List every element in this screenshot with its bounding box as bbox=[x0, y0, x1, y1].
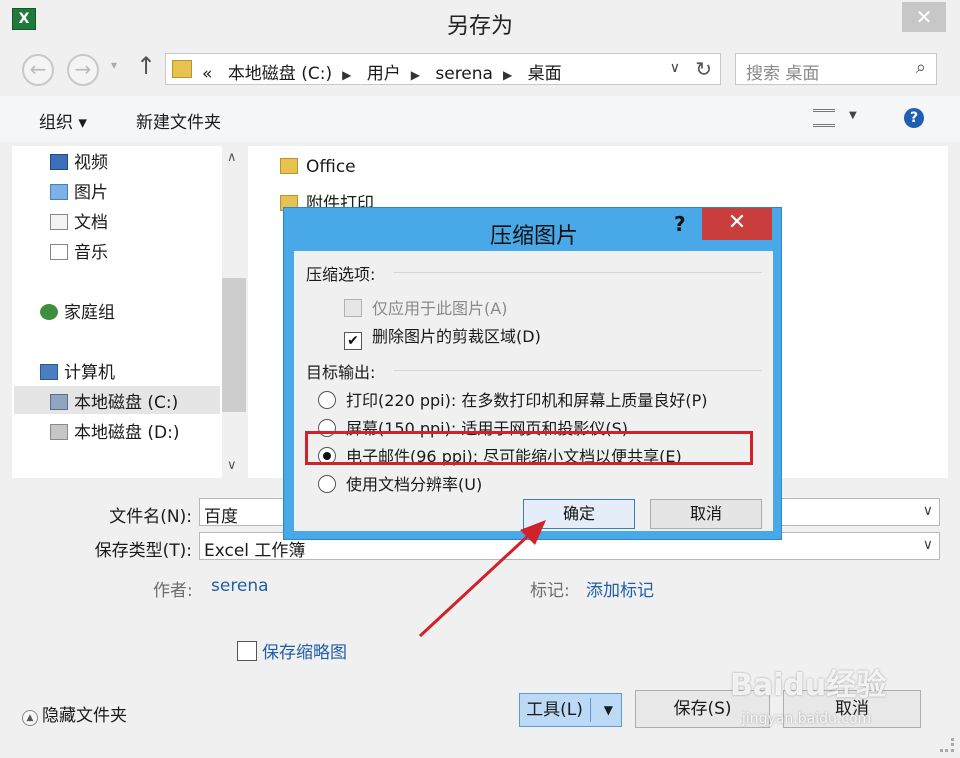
arrow-shaft bbox=[418, 532, 532, 638]
annotation-arrow bbox=[418, 520, 546, 638]
watermark-url: jingyan.baidu.com bbox=[742, 711, 872, 727]
baidu-watermark-logo: Baidu经验 bbox=[730, 668, 887, 703]
